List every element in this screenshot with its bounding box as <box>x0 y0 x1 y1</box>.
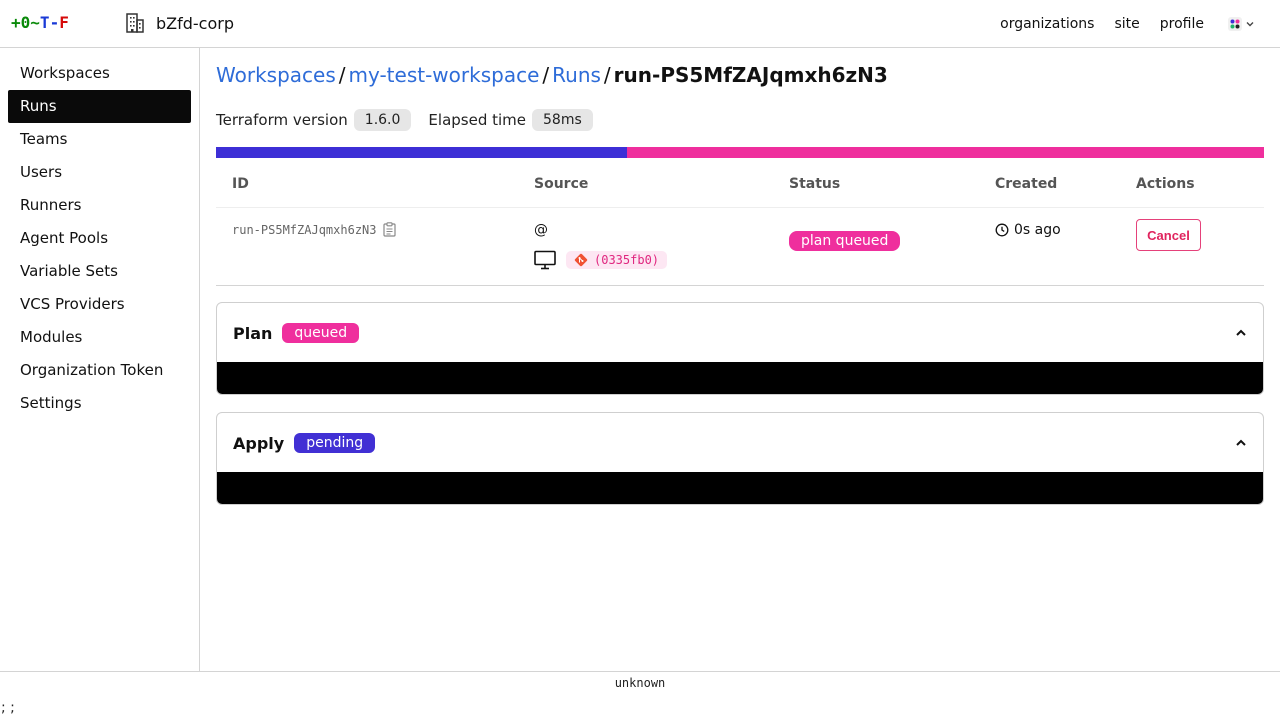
plan-panel-header[interactable]: Plan queued <box>217 303 1263 363</box>
progress-plan-segment <box>216 147 627 158</box>
cancel-button[interactable]: Cancel <box>1136 219 1201 251</box>
sidebar-item-teams[interactable]: Teams <box>8 123 191 156</box>
breadcrumb-separator: / <box>542 63 550 87</box>
version-text: unknown <box>614 676 666 690</box>
terraform-version-label: Terraform version <box>216 111 348 129</box>
source-details: (0335fb0) <box>534 250 668 270</box>
progress-remaining-segment <box>626 147 1264 158</box>
nav-profile[interactable]: profile <box>1160 16 1204 32</box>
column-header-status: Status <box>789 176 841 192</box>
top-nav: organizations site profile <box>1000 0 1280 47</box>
theme-selector[interactable] <box>1228 12 1260 36</box>
clock-icon <box>995 223 1009 237</box>
run-table: ID Source Status Created Actions run-PS5… <box>216 159 1264 286</box>
git-icon <box>574 253 588 267</box>
sidebar-item-agent-pools[interactable]: Agent Pools <box>8 222 191 255</box>
commit-badge[interactable]: (0335fb0) <box>566 251 668 269</box>
organization-link[interactable]: bZfd-corp <box>124 12 234 34</box>
plan-status-badge: queued <box>282 323 360 343</box>
created-cell: 0s ago <box>995 222 1061 238</box>
organization-name: bZfd-corp <box>156 13 234 33</box>
breadcrumb: Workspaces / my-test-workspace / Runs / run-PS… <box>216 63 888 87</box>
column-header-created: Created <box>995 176 1058 192</box>
column-header-actions: Actions <box>1136 176 1195 192</box>
sidebar-item-organization-token[interactable]: Organization Token <box>8 354 191 387</box>
sidebar-item-users[interactable]: Users <box>8 156 191 189</box>
sidebar-item-workspaces[interactable]: Workspaces <box>8 57 191 90</box>
apply-panel: Apply pending <box>216 412 1264 505</box>
clipboard-icon[interactable] <box>382 222 396 237</box>
created-time: 0s ago <box>1014 222 1061 238</box>
app-logo[interactable]: +0~T-F <box>11 13 69 32</box>
column-header-id: ID <box>232 176 249 192</box>
nav-organizations[interactable]: organizations <box>1000 16 1094 32</box>
apply-status-badge: pending <box>294 433 376 453</box>
logo-char: ~ <box>30 13 40 32</box>
sidebar-item-variable-sets[interactable]: Variable Sets <box>8 255 191 288</box>
page-title: run-PS5MfZAJqmxh6zN3 <box>613 63 888 87</box>
elapsed-time-label: Elapsed time <box>428 111 527 129</box>
top-bar: +0~T-F bZfd-corp organizations site prof… <box>0 0 1280 48</box>
breadcrumb-runs[interactable]: Runs <box>552 63 601 87</box>
run-meta: Terraform version 1.6.0 Elapsed time 58m… <box>216 109 610 131</box>
elapsed-time-badge: 58ms <box>532 109 593 131</box>
logo-char: + <box>11 13 21 32</box>
sidebar-item-modules[interactable]: Modules <box>8 321 191 354</box>
header-divider <box>216 207 1264 208</box>
footer-extra-text: ; ; <box>1 700 15 716</box>
apply-title: Apply <box>233 433 285 453</box>
sidebar-item-settings[interactable]: Settings <box>8 387 191 420</box>
run-id-cell: run-PS5MfZAJqmxh6zN3 <box>232 222 396 237</box>
plan-panel: Plan queued <box>216 302 1264 395</box>
plan-log-output <box>217 362 1263 394</box>
breadcrumb-separator: / <box>603 63 611 87</box>
status-badge: plan queued <box>789 231 901 251</box>
run-progress-bar <box>216 147 1264 158</box>
commit-sha: (0335fb0) <box>594 253 660 267</box>
terraform-version-badge: 1.6.0 <box>353 109 412 131</box>
apply-log-output <box>217 472 1263 504</box>
sidebar-item-runs[interactable]: Runs <box>8 90 191 123</box>
breadcrumb-workspaces[interactable]: Workspaces <box>216 63 336 87</box>
sidebar-item-vcs-providers[interactable]: VCS Providers <box>8 288 191 321</box>
breadcrumb-separator: / <box>338 63 346 87</box>
source-author: @ <box>534 222 548 238</box>
run-id[interactable]: run-PS5MfZAJqmxh6zN3 <box>232 223 377 237</box>
apply-panel-header[interactable]: Apply pending <box>217 413 1263 473</box>
breadcrumb-workspace[interactable]: my-test-workspace <box>349 63 540 87</box>
nav-site[interactable]: site <box>1114 16 1139 32</box>
palette-icon <box>1228 16 1242 31</box>
building-icon <box>126 13 144 33</box>
footer: unknown ; ; <box>0 671 1280 720</box>
logo-char: 0 <box>20 13 31 32</box>
logo-char: T <box>39 13 50 32</box>
monitor-icon <box>534 250 556 270</box>
sidebar-item-runners[interactable]: Runners <box>8 189 191 222</box>
sidebar: Workspaces Runs Teams Users Runners Agen… <box>0 48 200 671</box>
column-header-source: Source <box>534 176 589 192</box>
logo-char: F <box>59 13 69 32</box>
plan-title: Plan <box>233 323 273 343</box>
logo-char: - <box>49 13 60 32</box>
chevron-down-icon <box>1246 21 1254 26</box>
chevron-up-icon[interactable] <box>1235 437 1247 449</box>
chevron-up-icon[interactable] <box>1235 327 1247 339</box>
